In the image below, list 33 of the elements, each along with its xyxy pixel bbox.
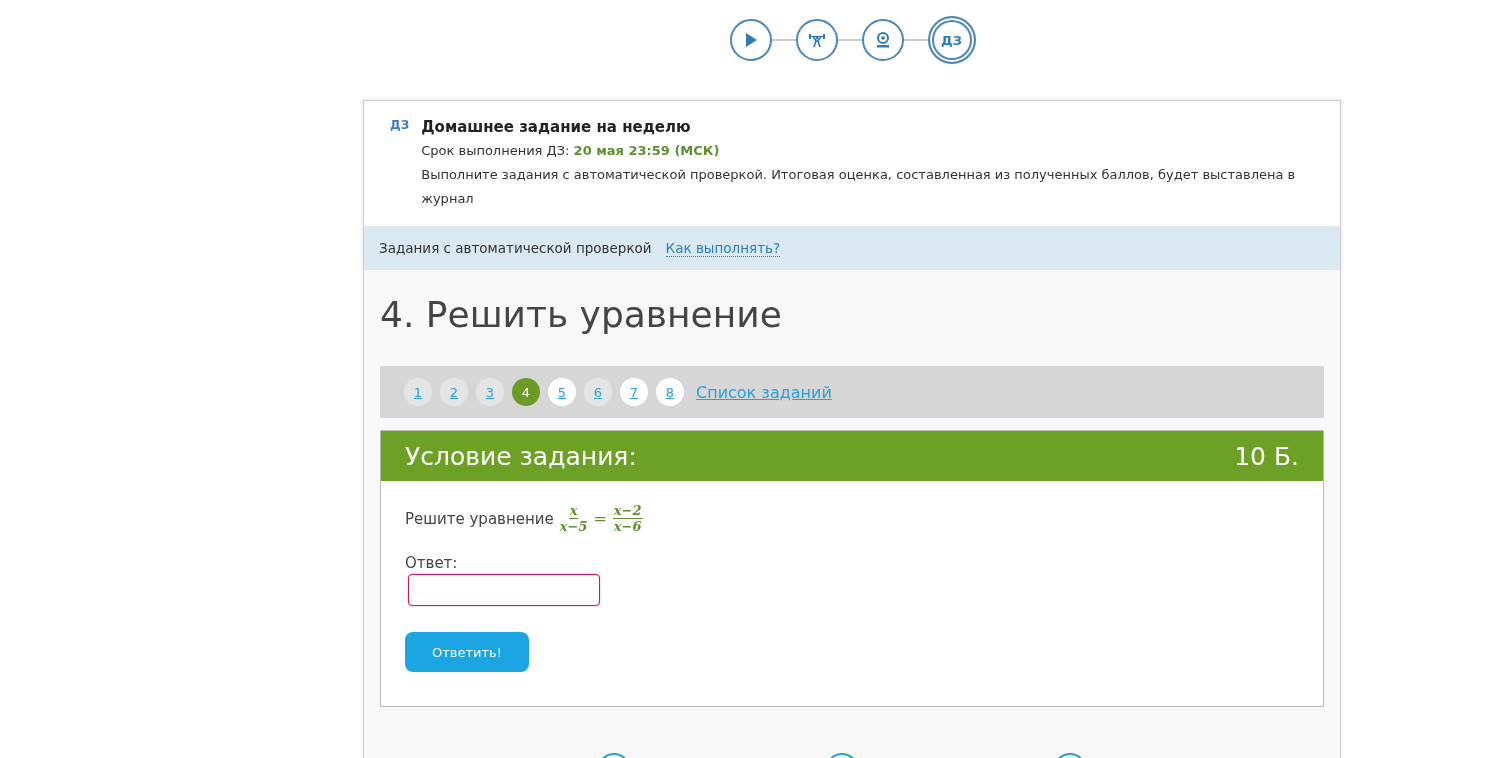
answer-label: Ответ: [405,554,459,572]
deadline-value: 20 мая 23:59 (МСК) [573,143,720,158]
task-number-link[interactable]: 4 [512,378,540,406]
fraction: x−2 x−6 [612,503,643,534]
task-number-link[interactable]: 8 [656,378,684,406]
weightlifter-icon [807,32,826,48]
prompt-text: Решите уравнение [405,509,554,528]
submit-button[interactable]: Ответить! [405,632,529,672]
homework-tag-label: ДЗ [390,117,410,132]
task-number-link[interactable]: 1 [404,378,432,406]
webcam-icon [875,32,890,48]
step-button[interactable]: ДЗ [927,16,976,64]
task-number-link[interactable]: 5 [548,378,576,406]
equals-sign: = [593,509,607,528]
condition-heading: Условие задания: [405,441,637,471]
step-button[interactable] [795,19,838,61]
homework-title: Домашнее задание на неделю [421,117,692,138]
task-number-link[interactable]: 2 [440,378,468,406]
fraction: x x−5 [559,503,588,534]
answer-field[interactable] [408,574,600,606]
task-list-link[interactable]: Список заданий [696,382,832,402]
info-text: Задания с автоматической проверкой [379,240,652,256]
play-icon [744,33,757,47]
deadline-label: Срок выполнения ДЗ: [421,143,570,158]
points-label: 10 Б. [1234,441,1299,471]
homework-description: Выполните задания с автоматической проверкой. Итоговая оценка, составленная из полученных баллов, будет выставлена в журнал [421,166,1297,208]
step-button[interactable] [861,19,904,61]
task-number-link[interactable]: 7 [620,378,648,406]
task-number-link[interactable]: 6 [584,378,612,406]
task-number-link[interactable]: 3 [476,378,504,406]
task-title: 4. Решить уравнение [380,293,783,337]
how-to-link[interactable]: Как выполнять? [665,239,781,257]
step-button[interactable] [729,19,772,61]
